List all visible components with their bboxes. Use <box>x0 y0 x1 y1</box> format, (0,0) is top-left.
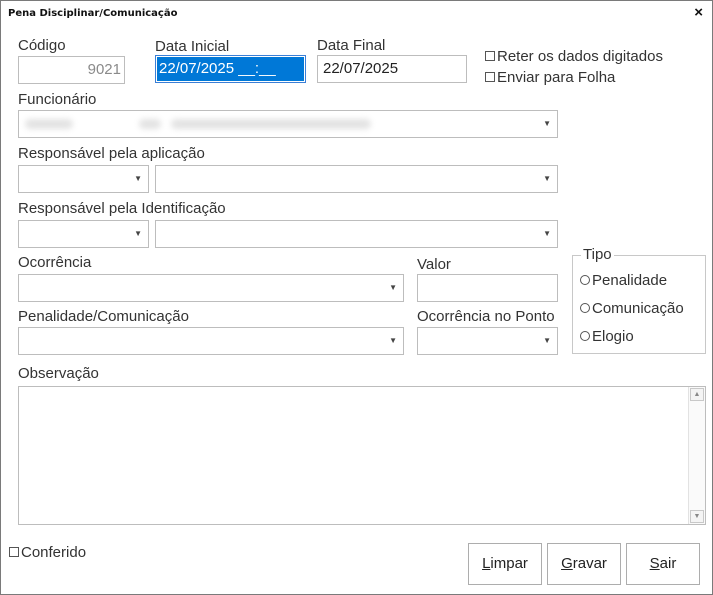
data-final-field[interactable]: 22/07/2025 <box>317 55 467 83</box>
enviar-folha-checkbox[interactable]: Enviar para Folha <box>485 69 615 86</box>
redacted-name <box>171 119 371 129</box>
scroll-up-icon[interactable]: ▲ <box>690 388 704 401</box>
codigo-field[interactable]: 9021 <box>18 56 125 84</box>
checkbox-icon <box>485 51 495 61</box>
dialog-window: Pena Disciplinar/Comunicação × Código 90… <box>0 0 713 595</box>
sair-button[interactable]: Sair <box>626 543 700 585</box>
funcionario-combo[interactable]: ▼ <box>18 110 558 138</box>
tipo-radio-label: Elogio <box>592 328 634 345</box>
ocorrencia-label: Ocorrência <box>18 254 92 271</box>
data-final-label: Data Final <box>317 37 386 54</box>
data-inicial-field[interactable]: 22/07/2025 __:__ <box>155 55 306 83</box>
checkbox-icon <box>9 547 19 557</box>
resp-aplicacao-label: Responsável pela aplicação <box>18 145 205 162</box>
ocorrencia-combo[interactable]: ▼ <box>18 274 404 302</box>
tipo-radio-comunicacao[interactable]: Comunicação <box>580 300 684 317</box>
limpar-label: impar <box>490 555 528 572</box>
tipo-legend: Tipo <box>581 246 614 263</box>
data-inicial-label: Data Inicial <box>155 38 230 55</box>
reter-dados-checkbox[interactable]: Reter os dados digitados <box>485 48 663 65</box>
ocorrencia-ponto-combo[interactable]: ▼ <box>417 327 558 355</box>
chevron-down-icon[interactable]: ▼ <box>134 229 142 238</box>
valor-field[interactable] <box>417 274 558 302</box>
resp-aplicacao-code-combo[interactable]: ▼ <box>18 165 149 193</box>
ocorrencia-ponto-label: Ocorrência no Ponto <box>417 308 555 325</box>
tipo-radio-elogio[interactable]: Elogio <box>580 328 634 345</box>
enviar-folha-label: Enviar para Folha <box>497 69 616 86</box>
penalidade-combo[interactable]: ▼ <box>18 327 404 355</box>
gravar-button[interactable]: Gravar <box>547 543 621 585</box>
tipo-radio-label: Penalidade <box>592 272 668 289</box>
sair-accel: S <box>649 555 660 572</box>
sair-label: air <box>659 555 677 572</box>
conferido-label: Conferido <box>21 544 87 561</box>
radio-icon <box>580 331 590 341</box>
observacao-textarea[interactable]: ▲ ▼ <box>18 386 706 525</box>
observacao-label: Observação <box>18 365 99 382</box>
close-icon[interactable]: × <box>694 5 703 21</box>
checkbox-icon <box>485 72 495 82</box>
codigo-label: Código <box>18 37 66 54</box>
tipo-groupbox: Tipo Penalidade Comunicação Elogio <box>572 246 706 354</box>
redacted-code <box>25 119 73 129</box>
chevron-down-icon[interactable]: ▼ <box>134 174 142 183</box>
redacted-code-suffix <box>139 119 161 129</box>
radio-icon <box>580 303 590 313</box>
limpar-button[interactable]: Limpar <box>468 543 542 585</box>
conferido-checkbox[interactable]: Conferido <box>9 544 86 561</box>
chevron-down-icon[interactable]: ▼ <box>543 174 551 183</box>
chevron-down-icon[interactable]: ▼ <box>543 229 551 238</box>
gravar-accel: G <box>561 555 573 572</box>
resp-identificacao-name-combo[interactable]: ▼ <box>155 220 558 248</box>
data-inicial-value: 22/07/2025 __:__ <box>157 57 304 81</box>
tipo-radio-penalidade[interactable]: Penalidade <box>580 272 667 289</box>
chevron-down-icon[interactable]: ▼ <box>543 336 551 345</box>
chevron-down-icon[interactable]: ▼ <box>389 283 397 292</box>
reter-dados-label: Reter os dados digitados <box>497 48 663 65</box>
window-title: Pena Disciplinar/Comunicação <box>8 8 178 19</box>
scroll-down-icon[interactable]: ▼ <box>690 510 704 523</box>
chevron-down-icon[interactable]: ▼ <box>389 336 397 345</box>
gravar-label: ravar <box>572 555 607 572</box>
resp-identificacao-code-combo[interactable]: ▼ <box>18 220 149 248</box>
funcionario-label: Funcionário <box>18 91 97 108</box>
chevron-down-icon[interactable]: ▼ <box>543 119 551 128</box>
resp-identificacao-label: Responsável pela Identificação <box>18 200 226 217</box>
observacao-scrollbar[interactable]: ▲ ▼ <box>688 387 705 524</box>
valor-label: Valor <box>417 256 451 273</box>
penalidade-label: Penalidade/Comunicação <box>18 308 189 325</box>
title-bar: Pena Disciplinar/Comunicação × <box>1 1 712 27</box>
tipo-radio-label: Comunicação <box>592 300 684 317</box>
radio-icon <box>580 275 590 285</box>
resp-aplicacao-name-combo[interactable]: ▼ <box>155 165 558 193</box>
